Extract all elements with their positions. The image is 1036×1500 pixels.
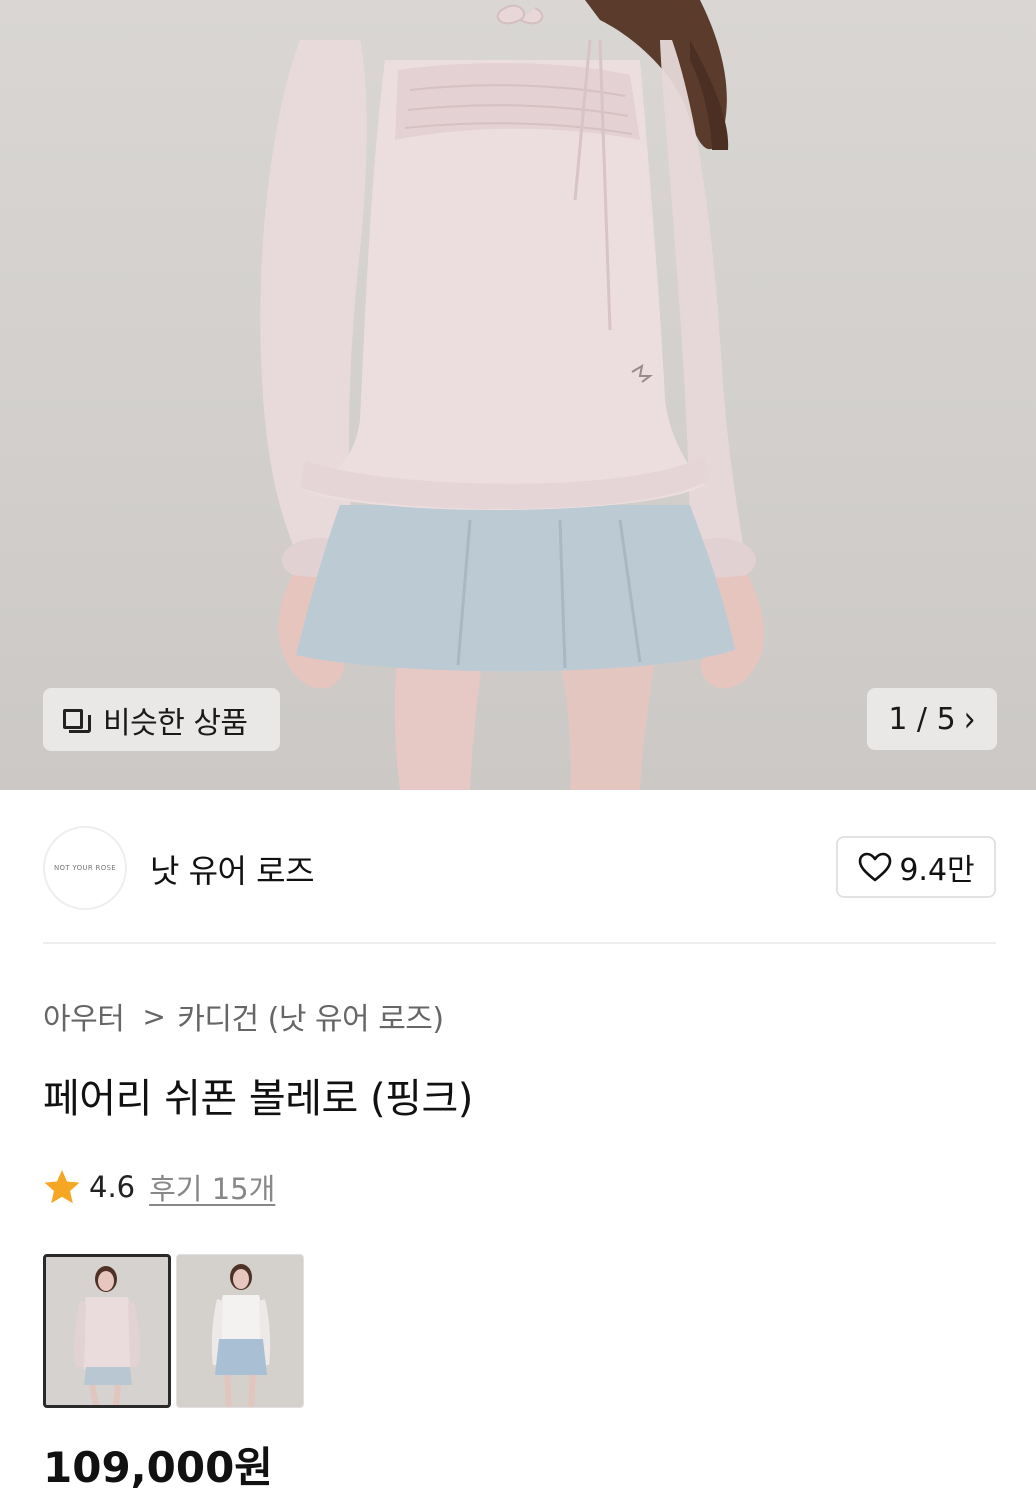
breadcrumb-item-cardigan[interactable]: 카디건 (낫 유어 로즈) [177, 994, 444, 1038]
product-photo [260, 0, 765, 790]
rating-row: 4.6 후기 15개 [43, 1166, 275, 1208]
product-title: 페어리 쉬폰 볼레로 (핑크) [43, 1076, 473, 1122]
rating-value: 4.6 [89, 1170, 136, 1204]
similar-products-button[interactable]: 비슷한 상품 [43, 688, 280, 751]
image-page-indicator: 1 / 5 [888, 701, 956, 737]
similar-products-label: 비슷한 상품 [103, 705, 248, 741]
similar-products-icon [63, 705, 93, 735]
breadcrumb: 아우터 > 카디건 (낫 유어 로즈) [43, 994, 444, 1038]
brand-logo-text: NOT YOUR ROSE [53, 864, 116, 872]
product-image[interactable]: 비슷한 상품 1 / 5 › [0, 0, 1036, 790]
color-option-pink[interactable] [43, 1254, 171, 1408]
heart-icon [859, 852, 892, 882]
thumbnail-white-image [211, 1264, 271, 1407]
product-price: 109,000원 [43, 1443, 273, 1492]
breadcrumb-item-outer[interactable]: 아우터 [43, 994, 125, 1038]
brand-logo[interactable]: NOT YOUR ROSE [43, 826, 127, 910]
brand-name[interactable]: 낫 유어 로즈 [150, 846, 315, 892]
review-count-link[interactable]: 후기 15개 [149, 1166, 275, 1208]
star-icon [44, 1170, 80, 1204]
image-pager-button[interactable]: 1 / 5 › [867, 688, 997, 750]
color-option-white[interactable] [176, 1254, 304, 1408]
chevron-right-icon: › [963, 698, 976, 740]
thumbnail-pink-image [73, 1266, 141, 1405]
like-button[interactable]: 9.4만 [836, 836, 996, 898]
breadcrumb-separator: > [142, 999, 166, 1033]
section-divider [43, 942, 996, 944]
like-count: 9.4만 [899, 853, 975, 888]
